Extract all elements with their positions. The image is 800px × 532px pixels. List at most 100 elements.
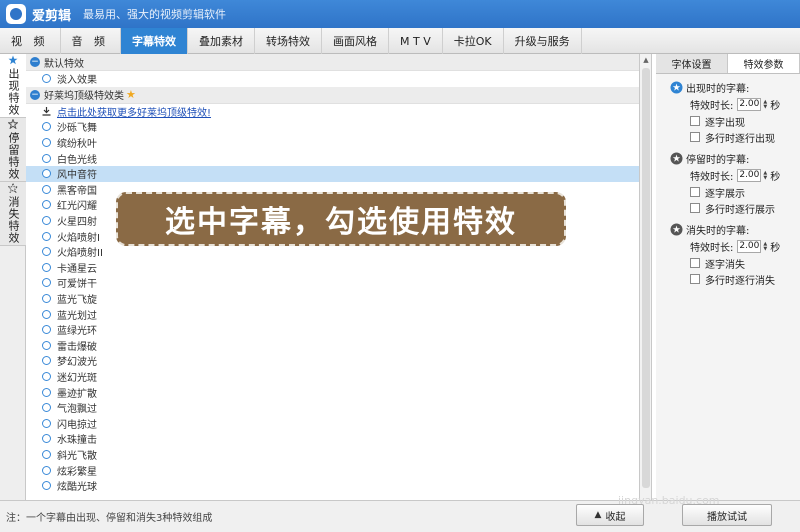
radio-icon[interactable] — [42, 138, 51, 148]
list-item[interactable]: 火焰喷射II — [26, 244, 639, 260]
side-tab-stay[interactable]: 停留特效 — [0, 118, 26, 182]
radio-icon[interactable] — [42, 74, 51, 84]
list-item[interactable]: 可爱饼干 — [26, 275, 639, 291]
radio-icon[interactable] — [42, 418, 51, 428]
tab-video[interactable]: 视 频 — [0, 28, 61, 54]
option-checkbox-row[interactable]: 逐字出现 — [670, 113, 800, 129]
option-checkbox-row[interactable]: 逐字展示 — [670, 184, 800, 200]
tab-subtitle-effects[interactable]: 字幕特效 — [121, 28, 188, 54]
side-tab-appear[interactable]: 出现特效 — [0, 54, 26, 118]
app-subtitle: 最易用、强大的视频剪辑软件 — [83, 8, 227, 21]
radio-icon[interactable] — [42, 325, 51, 335]
list-item[interactable]: 闪电掠过 — [26, 415, 639, 431]
radio-icon[interactable] — [42, 184, 51, 194]
radio-icon[interactable] — [42, 216, 51, 226]
tab-transitions[interactable]: 转场特效 — [255, 28, 322, 54]
tab-picture-style[interactable]: 画面风格 — [322, 28, 389, 54]
radio-icon[interactable] — [42, 481, 51, 491]
option-checkbox-row[interactable]: 多行时逐行消失 — [670, 271, 800, 287]
checkbox[interactable] — [690, 187, 700, 197]
list-item[interactable]: 墨迹扩散 — [26, 384, 639, 400]
radio-icon[interactable] — [42, 122, 51, 132]
checkbox[interactable] — [690, 203, 700, 213]
duration-input[interactable]: 2.00 — [737, 169, 762, 182]
radio-icon[interactable] — [42, 231, 51, 241]
collapse-icon[interactable]: − — [30, 57, 40, 67]
side-tab-disappear[interactable]: 消失特效 — [0, 182, 26, 246]
play-preview-button[interactable]: 播放试试 — [682, 504, 772, 526]
promo-link[interactable]: 点击此处获取更多好莱坞顶级特效! — [57, 104, 211, 119]
checkbox[interactable] — [690, 274, 700, 284]
tab-upgrade-service[interactable]: 升级与服务 — [504, 28, 582, 54]
checkbox[interactable] — [690, 258, 700, 268]
radio-icon[interactable] — [42, 356, 51, 366]
scroll-thumb[interactable] — [642, 68, 650, 488]
seconds-unit: 秒 — [770, 243, 781, 254]
radio-icon[interactable] — [42, 449, 51, 459]
radio-icon[interactable] — [42, 262, 51, 272]
list-item[interactable]: 缤纷秋叶 — [26, 135, 639, 151]
list-item[interactable]: 气泡飘过 — [26, 400, 639, 416]
duration-spinner[interactable]: ▲ ▼ — [763, 99, 767, 110]
option-checkbox-row[interactable]: 多行时逐行出现 — [670, 129, 800, 145]
list-item[interactable]: 白色光线 — [26, 150, 639, 166]
list-item[interactable]: 水珠撞击 — [26, 431, 639, 447]
radio-icon[interactable] — [42, 278, 51, 288]
duration-spinner[interactable]: ▲ ▼ — [763, 241, 767, 252]
item-label: 卡通星云 — [57, 263, 97, 275]
option-checkbox-row[interactable]: 逐字消失 — [670, 255, 800, 271]
list-item[interactable]: 斜光飞散 — [26, 447, 639, 463]
radio-icon[interactable] — [42, 465, 51, 475]
category-title: 默认特效 — [44, 58, 84, 70]
tab-font-settings[interactable]: 字体设置 — [656, 54, 728, 73]
item-label: 迷幻光斑 — [57, 372, 97, 384]
option-checkbox-row[interactable]: 多行时逐行展示 — [670, 200, 800, 216]
radio-icon[interactable] — [42, 340, 51, 350]
tab-mtv[interactable]: M T V — [389, 28, 443, 54]
radio-icon[interactable] — [42, 434, 51, 444]
radio-icon[interactable] — [42, 371, 51, 381]
radio-icon[interactable] — [42, 153, 51, 163]
list-item[interactable]: 沙砾飞舞 — [26, 119, 639, 135]
checkbox[interactable] — [690, 132, 700, 142]
duration-input[interactable]: 2.00 — [737, 240, 762, 253]
list-item[interactable]: 炫彩繁星 — [26, 462, 639, 478]
radio-icon[interactable] — [42, 387, 51, 397]
checkbox[interactable] — [690, 116, 700, 126]
list-item[interactable]: 雷击爆破 — [26, 338, 639, 354]
spin-down-icon[interactable]: ▼ — [763, 175, 767, 181]
star-icon: ★ — [126, 88, 136, 102]
list-item[interactable]: 卡通星云 — [26, 260, 639, 276]
tab-audio[interactable]: 音 频 — [61, 28, 121, 54]
list-item[interactable]: 迷幻光斑 — [26, 369, 639, 385]
tab-effect-params[interactable]: 特效参数 — [728, 54, 800, 73]
category-default[interactable]: − 默认特效 — [26, 54, 639, 71]
list-scrollbar[interactable]: ▲ — [640, 54, 652, 500]
tab-overlay-materials[interactable]: 叠加素材 — [188, 28, 255, 54]
scroll-up-icon[interactable]: ▲ — [640, 54, 652, 66]
collapse-button[interactable]: ▲ 收起 — [576, 504, 644, 526]
radio-icon[interactable] — [42, 169, 51, 179]
tab-karaoke[interactable]: 卡拉OK — [443, 28, 504, 54]
spin-down-icon[interactable]: ▼ — [763, 104, 767, 110]
radio-icon[interactable] — [42, 294, 51, 304]
promo-row[interactable]: 点击此处获取更多好莱坞顶级特效! — [26, 104, 639, 120]
list-item[interactable]: 蓝光飞旋 — [26, 291, 639, 307]
list-item[interactable]: 淡入效果 — [26, 71, 639, 87]
radio-icon[interactable] — [42, 200, 51, 210]
duration-spinner[interactable]: ▲ ▼ — [763, 170, 767, 181]
item-label: 淡入效果 — [57, 75, 97, 87]
duration-input[interactable]: 2.00 — [737, 98, 762, 111]
tab-label: 音 频 — [71, 35, 109, 48]
list-item[interactable]: 风中音符 — [26, 165, 639, 182]
list-item[interactable]: 蓝光划过 — [26, 306, 639, 322]
spin-down-icon[interactable]: ▼ — [763, 246, 767, 252]
list-item[interactable]: 蓝绿光环 — [26, 322, 639, 338]
list-item[interactable]: 梦幻波光 — [26, 353, 639, 369]
radio-icon[interactable] — [42, 309, 51, 319]
collapse-icon[interactable]: − — [30, 89, 40, 100]
radio-icon[interactable] — [42, 403, 51, 413]
radio-icon[interactable] — [42, 247, 51, 257]
list-item[interactable]: 炫酷光球 — [26, 478, 639, 494]
category-hollywood[interactable]: − 好莱坞顶级特效类 ★ — [26, 86, 639, 104]
